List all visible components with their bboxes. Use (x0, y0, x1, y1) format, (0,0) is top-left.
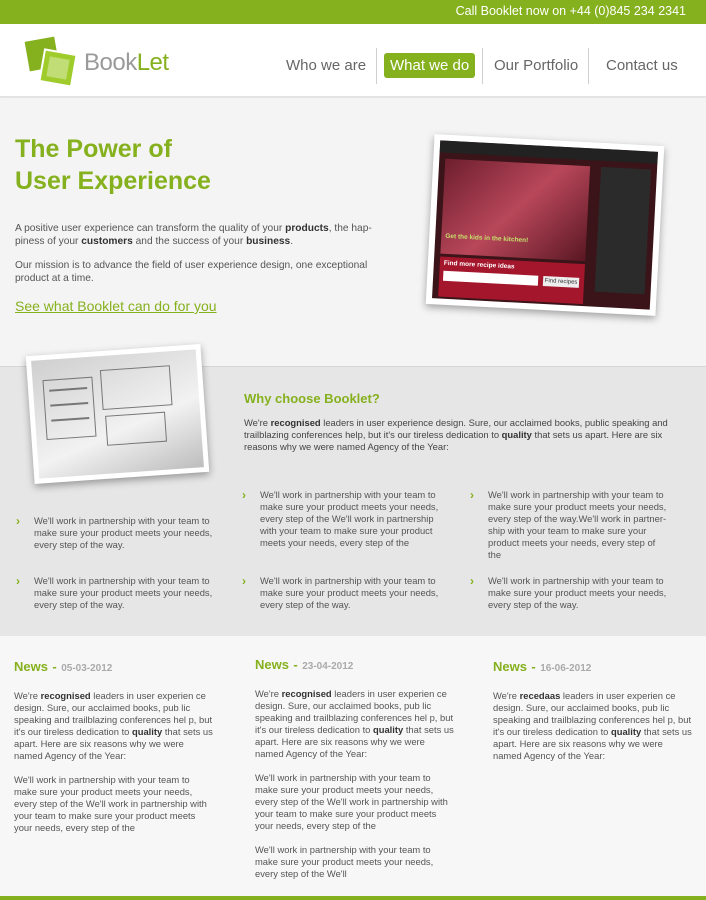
sketch-photo (31, 349, 204, 479)
news-paragraph: We'll work in partnership with your team… (255, 772, 448, 831)
screenshot-image: Get the kids in the kitchen! Find more r… (432, 140, 658, 310)
screenshot-search-button: Find recipes (542, 275, 580, 288)
screenshot-banner-text: Get the kids in the kitchen! (445, 232, 529, 245)
logo-text: BookLet (84, 49, 169, 76)
call-text: Call Booklet now on +44 (0)845 234 2341 (455, 4, 686, 18)
why-paragraph: We're recognised leaders in user experie… (244, 417, 668, 452)
hero-title: The Power of User Experience (15, 135, 211, 195)
top-bar: Call Booklet now on +44 (0)845 234 2341 (0, 0, 706, 24)
news-paragraph: We're recognised leaders in user experie… (14, 690, 213, 761)
reason-item: › We'll work in partnership with your te… (470, 574, 667, 610)
chevron-right-icon: › (470, 488, 474, 502)
news-heading[interactable]: News (493, 659, 527, 674)
bottom-bar (0, 896, 706, 900)
reason-item: › We'll work in partnership with your te… (470, 488, 667, 560)
news-paragraph: We're recognised leaders in user experie… (255, 688, 454, 759)
chevron-right-icon: › (242, 574, 246, 588)
screenshot-sidebar (594, 166, 652, 295)
screenshot-search-input (442, 270, 539, 286)
reason-item: › We'll work in partnership with your te… (242, 574, 439, 610)
portfolio-screenshot[interactable]: Get the kids in the kitchen! Find more r… (425, 134, 665, 316)
news-item: News - 05-03-2012 We're recognised leade… (14, 659, 213, 833)
news-heading[interactable]: News (14, 659, 48, 674)
news-paragraph: We're recedaas leaders in user experien … (493, 690, 692, 761)
news-date: 16-06-2012 (540, 663, 592, 674)
screenshot-hero-image: Get the kids in the kitchen! (440, 158, 591, 262)
reason-item: › We'll work in partnership with your te… (16, 574, 213, 610)
wireframe-sketch-image (25, 344, 210, 484)
news-section: News - 05-03-2012 We're recognised leade… (0, 636, 706, 900)
hero-cta-link[interactable]: See what Booklet can do for you (15, 298, 217, 314)
screenshot-search-heading: Find more recipe ideas (443, 259, 515, 271)
chevron-right-icon: › (470, 574, 474, 588)
logo[interactable]: BookLet (24, 34, 184, 90)
nav-who-we-are[interactable]: Who we are (286, 46, 366, 86)
news-heading[interactable]: News (255, 657, 289, 672)
logo-squares-icon (24, 36, 78, 88)
news-date: 05-03-2012 (61, 663, 113, 674)
news-paragraph: We'll work in partnership with your team… (14, 774, 207, 833)
main-nav: Who we are What we do Our Portfolio Cont… (286, 46, 706, 86)
reason-item: › We'll work in partnership with your te… (16, 514, 213, 550)
news-item: News - 16-06-2012 We're recedaas leaders… (493, 659, 692, 761)
why-title: Why choose Booklet? (244, 391, 380, 406)
hero-paragraph-2: Our mission is to advance the field of u… (15, 260, 368, 284)
site-header: BookLet Who we are What we do Our Portfo… (0, 24, 706, 97)
nav-our-portfolio[interactable]: Our Portfolio (494, 46, 578, 86)
news-item: News - 23-04-2012 We're recognised leade… (255, 657, 454, 879)
reason-item: › We'll work in partnership with your te… (242, 488, 439, 548)
chevron-right-icon: › (16, 574, 20, 588)
hero-paragraph-1: A positive user experience can transform… (15, 223, 372, 247)
chevron-right-icon: › (16, 514, 20, 528)
nav-divider (588, 48, 589, 84)
nav-divider (482, 48, 483, 84)
news-date: 23-04-2012 (302, 661, 354, 672)
nav-what-we-do[interactable]: What we do (384, 46, 476, 86)
chevron-right-icon: › (242, 488, 246, 502)
news-paragraph: We'll work in partnership with your team… (255, 844, 434, 879)
nav-contact-us[interactable]: Contact us (606, 46, 678, 86)
nav-divider (376, 48, 377, 84)
screenshot-search-form: Find more recipe ideas Find recipes (438, 256, 586, 305)
